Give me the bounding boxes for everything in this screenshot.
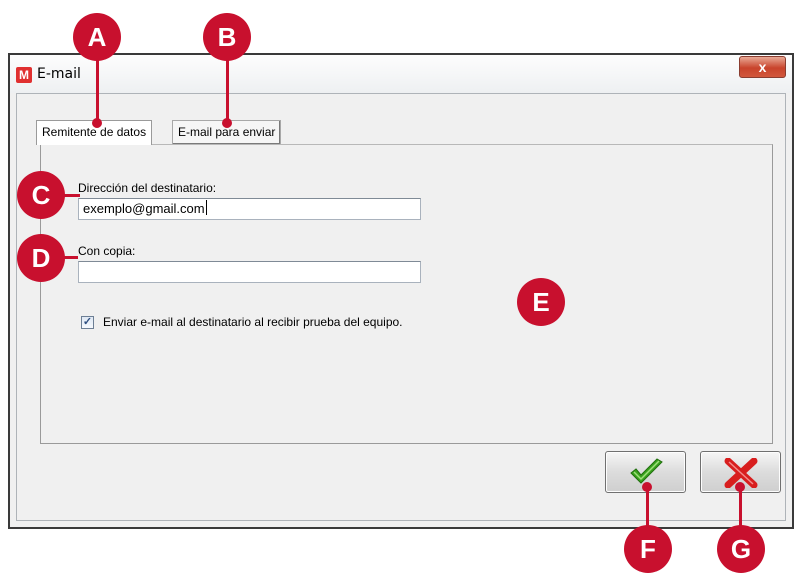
email-dialog: M E-mail x Remitente de datos E-mail par… — [8, 53, 794, 529]
callout-a-pointer — [92, 118, 102, 128]
callout-f-leader — [646, 488, 649, 528]
callout-b: B — [203, 13, 251, 61]
recipient-email-input[interactable]: exemplo@gmail.com — [78, 198, 421, 220]
callout-f-pointer — [642, 482, 652, 492]
recipient-email-value: exemplo@gmail.com — [83, 201, 205, 216]
tab-panel: Dirección del destinatario: exemplo@gmai… — [40, 144, 773, 444]
callout-e: E — [517, 278, 565, 326]
callout-a-leader — [96, 54, 99, 124]
cc-email-input[interactable] — [78, 261, 421, 283]
text-caret — [205, 200, 207, 215]
callout-f: F — [624, 525, 672, 573]
callout-a: A — [73, 13, 121, 61]
app-logo-icon: M — [16, 67, 32, 83]
callout-b-leader — [226, 54, 229, 124]
dialog-client-area: Remitente de datos E-mail para enviar Di… — [16, 93, 786, 521]
callout-b-pointer — [222, 118, 232, 128]
send-email-checkbox-label[interactable]: Enviar e-mail al destinatario al recibir… — [103, 315, 403, 329]
callout-d: D — [17, 234, 65, 282]
send-email-checkbox[interactable]: ✓ — [81, 316, 94, 329]
close-button[interactable]: x — [739, 56, 786, 78]
title-bar: M E-mail x — [10, 55, 792, 93]
cc-label: Con copia: — [78, 244, 136, 258]
callout-g-pointer — [735, 482, 745, 492]
window-title: E-mail — [37, 66, 81, 82]
callout-g: G — [717, 525, 765, 573]
callout-g-leader — [739, 488, 742, 528]
callout-c: C — [17, 171, 65, 219]
recipient-label: Dirección del destinatario: — [78, 181, 217, 195]
